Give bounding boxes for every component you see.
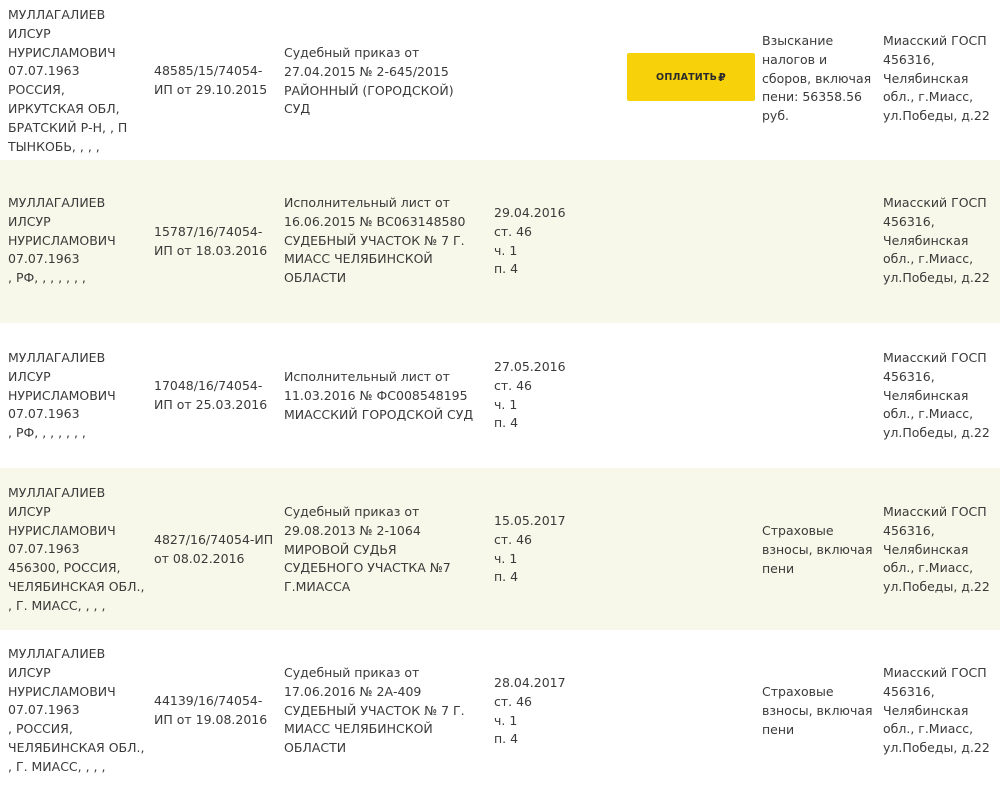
proceeding-number-cell: 17048/16/74054- ИП от 25.03.2016 (154, 378, 268, 412)
document-cell: Судебный приказ от 27.04.2015 № 2-645/20… (284, 45, 454, 117)
table-row: МУЛЛАГАЛИЕВ ИЛСУР НУРИСЛАМОВИЧ 07.07.196… (0, 630, 1000, 800)
table-row: МУЛЛАГАЛИЕВ ИЛСУР НУРИСЛАМОВИЧ 07.07.196… (0, 160, 1000, 323)
subject-cell: Страховые взносы, включая пени (762, 684, 873, 737)
document-cell: Судебный приказ от 29.08.2013 № 2-1064 М… (284, 504, 451, 595)
document-cell: Судебный приказ от 17.06.2016 № 2А-409 С… (284, 665, 465, 756)
department-cell: Миасский ГОСП 456316, Челябинская обл., … (883, 33, 990, 124)
subject-cell: Страховые взносы, включая пени (762, 523, 873, 576)
department-cell: Миасский ГОСП 456316, Челябинская обл., … (883, 195, 990, 286)
debtor-cell: МУЛЛАГАЛИЕВ ИЛСУР НУРИСЛАМОВИЧ 07.07.196… (8, 350, 116, 441)
document-cell: Исполнительный лист от 16.06.2015 № ВС06… (284, 195, 466, 286)
table-row: МУЛЛАГАЛИЕВ ИЛСУР НУРИСЛАМОВИЧ 07.07.196… (0, 468, 1000, 630)
debtor-cell: МУЛЛАГАЛИЕВ ИЛСУР НУРИСЛАМОВИЧ 07.07.196… (8, 485, 145, 613)
department-cell: Миасский ГОСП 456316, Челябинская обл., … (883, 665, 990, 756)
debtor-cell: МУЛЛАГАЛИЕВ ИЛСУР НУРИСЛАМОВИЧ 07.07.196… (8, 7, 128, 154)
proceeding-number-cell: 48585/15/74054- ИП от 29.10.2015 (154, 63, 268, 97)
termination-cell: 28.04.2017 ст. 46 ч. 1 п. 4 (494, 675, 566, 747)
table-row: МУЛЛАГАЛИЕВ ИЛСУР НУРИСЛАМОВИЧ 07.07.196… (0, 0, 1000, 160)
proceeding-number-cell: 15787/16/74054- ИП от 18.03.2016 (154, 224, 268, 258)
pay-button-label: ОПЛАТИТЬ (656, 71, 718, 83)
proceeding-number-cell: 4827/16/74054-ИП от 08.02.2016 (154, 532, 274, 566)
subject-cell: Взыскание налогов и сборов, включая пени… (762, 33, 872, 124)
pay-button[interactable]: ОПЛАТИТЬ ₽ (627, 53, 755, 101)
table-row: МУЛЛАГАЛИЕВ ИЛСУР НУРИСЛАМОВИЧ 07.07.196… (0, 323, 1000, 468)
debtor-cell: МУЛЛАГАЛИЕВ ИЛСУР НУРИСЛАМОВИЧ 07.07.196… (8, 646, 145, 774)
document-cell: Исполнительный лист от 11.03.2016 № ФС00… (284, 369, 474, 422)
department-cell: Миасский ГОСП 456316, Челябинская обл., … (883, 504, 990, 595)
ruble-icon: ₽ (718, 70, 726, 84)
termination-cell: 15.05.2017 ст. 46 ч. 1 п. 4 (494, 513, 566, 585)
department-cell: Миасский ГОСП 456316, Челябинская обл., … (883, 350, 990, 441)
debtor-cell: МУЛЛАГАЛИЕВ ИЛСУР НУРИСЛАМОВИЧ 07.07.196… (8, 195, 116, 286)
proceedings-table: МУЛЛАГАЛИЕВ ИЛСУР НУРИСЛАМОВИЧ 07.07.196… (0, 0, 1000, 800)
proceeding-number-cell: 44139/16/74054- ИП от 19.08.2016 (154, 693, 268, 727)
termination-cell: 27.05.2016 ст. 46 ч. 1 п. 4 (494, 359, 566, 431)
termination-cell: 29.04.2016 ст. 46 ч. 1 п. 4 (494, 205, 566, 277)
